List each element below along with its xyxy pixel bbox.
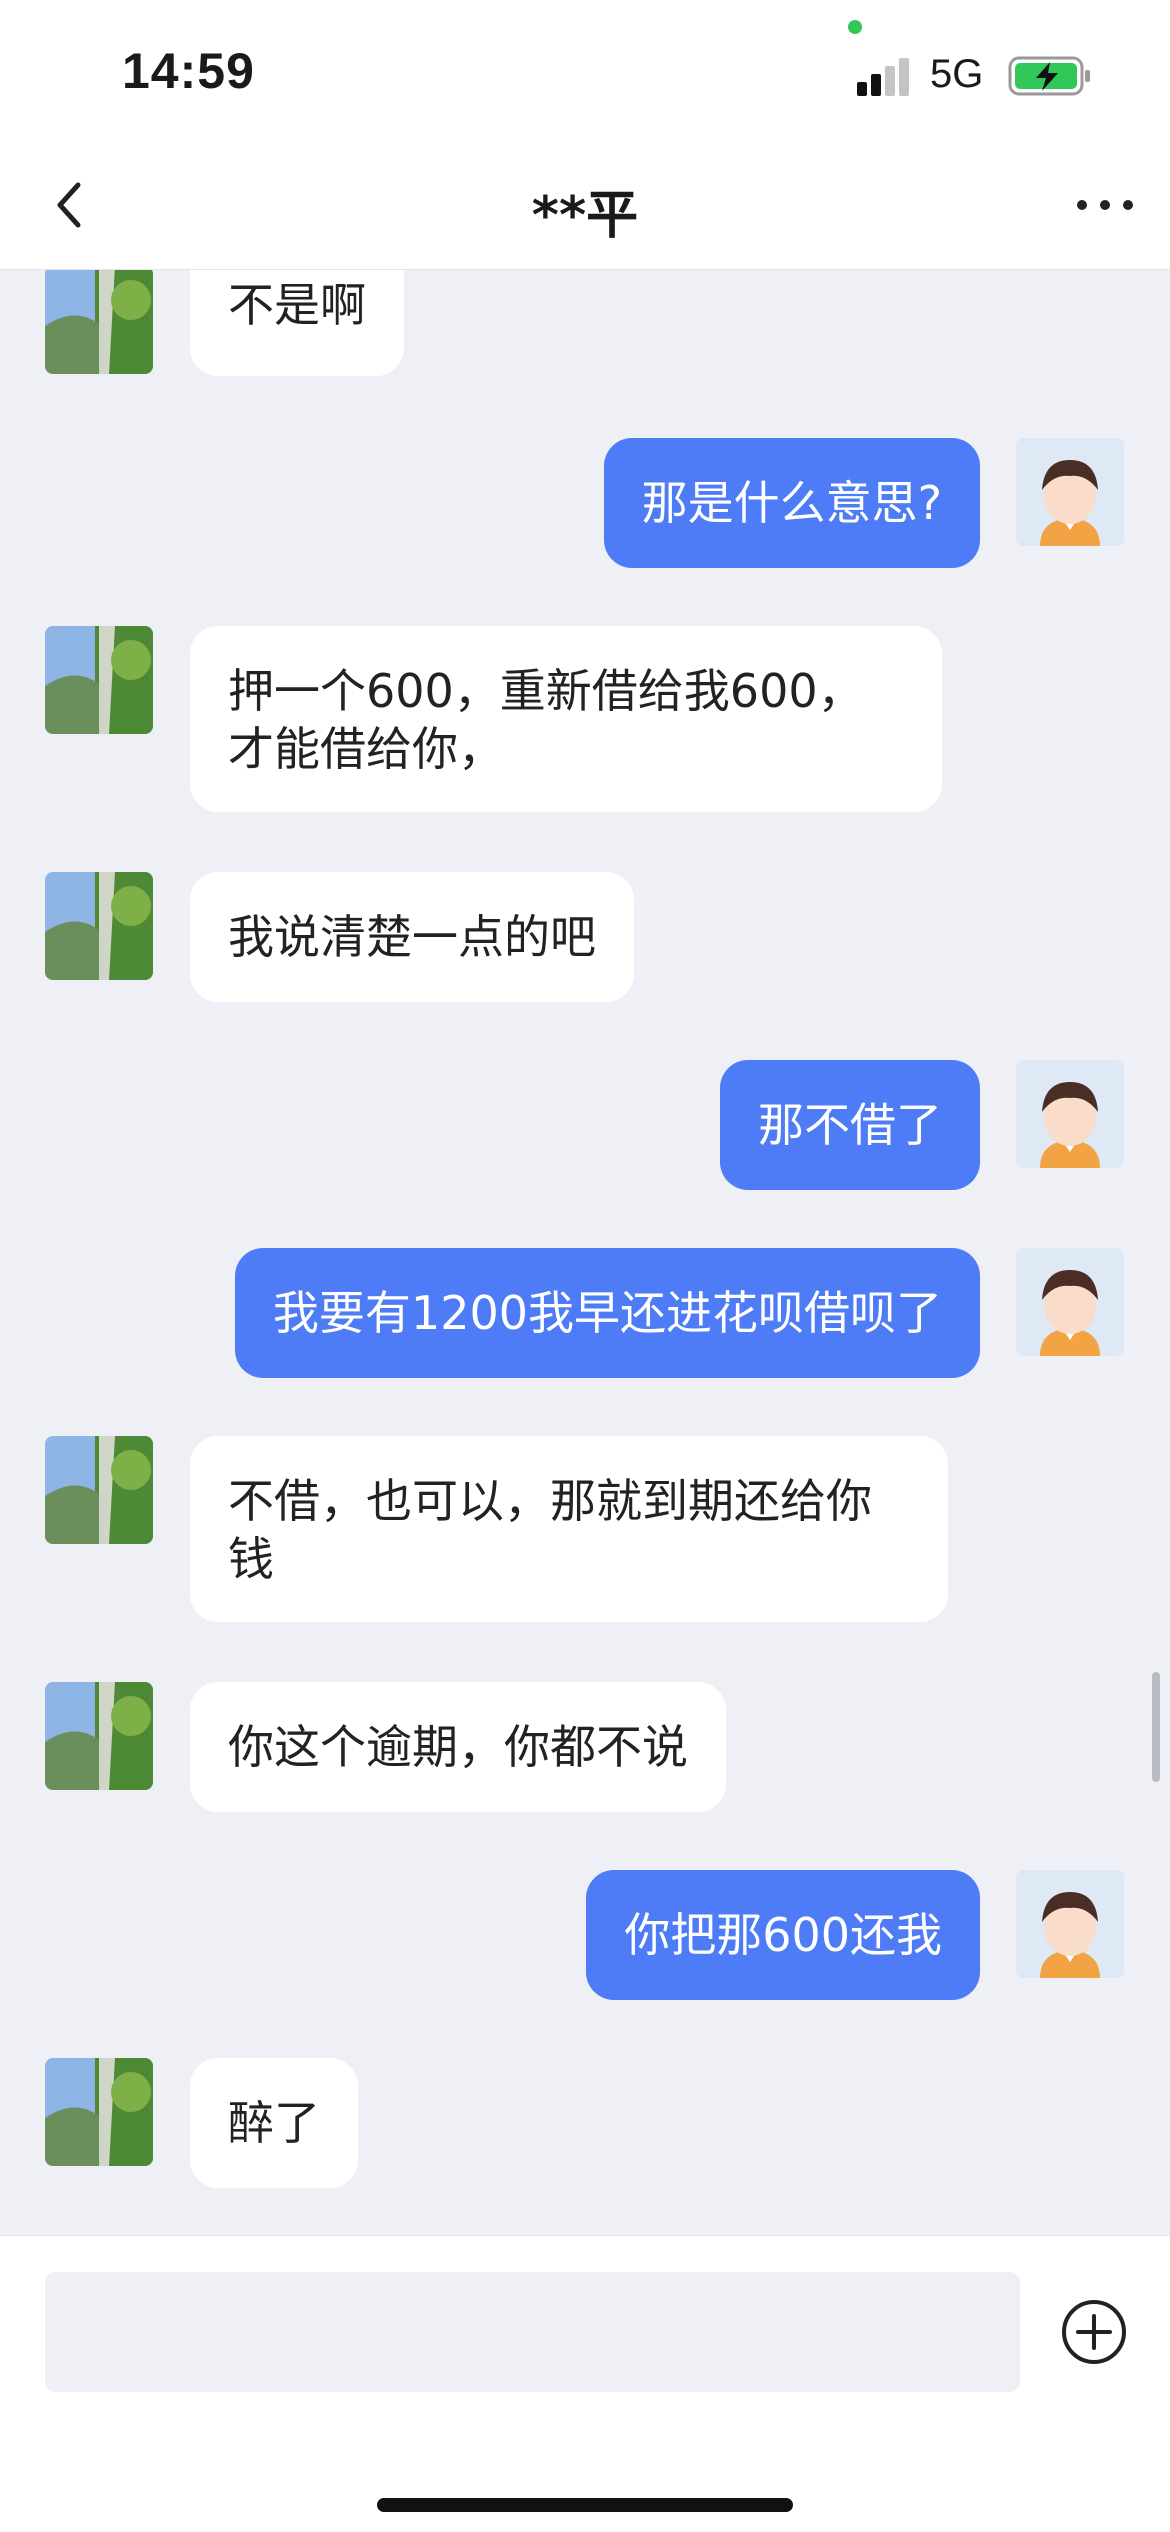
plus-circle-icon[interactable] <box>1060 2298 1128 2366</box>
network-type: 5G <box>930 52 984 96</box>
outgoing-message-bubble[interactable]: 那不借了 <box>720 1060 980 1190</box>
message-list[interactable]: 不是啊 那是什么意思? 押一个600，重新借给我600，才能借给你， 我说清楚一… <box>0 270 1170 2235</box>
chat-title: **平 <box>531 186 639 246</box>
contact-avatar[interactable] <box>45 270 153 374</box>
incoming-message-bubble[interactable]: 不是啊 <box>190 270 404 376</box>
incoming-message-bubble[interactable]: 不借，也可以，那就到期还给你钱 <box>190 1436 948 1622</box>
cellular-signal-icon <box>857 58 909 96</box>
scrollbar[interactable] <box>1152 1672 1160 1782</box>
contact-avatar[interactable] <box>45 1436 153 1544</box>
incoming-message-bubble[interactable]: 醉了 <box>190 2058 358 2188</box>
chat-header: **平 <box>0 145 1170 270</box>
contact-avatar[interactable] <box>45 1682 153 1790</box>
more-horizontal-icon[interactable] <box>1070 175 1140 235</box>
user-avatar[interactable] <box>1016 1060 1124 1168</box>
contact-avatar[interactable] <box>45 872 153 980</box>
composer-bar <box>0 2235 1170 2532</box>
outgoing-message-bubble[interactable]: 你把那600还我 <box>586 1870 980 2000</box>
incoming-message-bubble[interactable]: 你这个逾期，你都不说 <box>190 1682 726 1812</box>
battery-charging-icon <box>1008 56 1090 96</box>
privacy-indicator-dot <box>848 20 862 34</box>
status-time: 14:59 <box>122 43 255 99</box>
user-avatar[interactable] <box>1016 1248 1124 1356</box>
incoming-message-bubble[interactable]: 押一个600，重新借给我600，才能借给你， <box>190 626 942 812</box>
contact-avatar[interactable] <box>45 2058 153 2166</box>
contact-avatar[interactable] <box>45 626 153 734</box>
outgoing-message-bubble[interactable]: 那是什么意思? <box>603 438 980 568</box>
user-avatar[interactable] <box>1016 1870 1124 1978</box>
status-bar: 14:59 5G <box>0 0 1170 145</box>
home-indicator <box>377 2498 793 2512</box>
incoming-message-bubble[interactable]: 我说清楚一点的吧 <box>190 872 634 1002</box>
outgoing-message-bubble[interactable]: 我要有1200我早还进花呗借呗了 <box>234 1248 980 1378</box>
message-input[interactable] <box>45 2272 1020 2392</box>
user-avatar[interactable] <box>1016 438 1124 546</box>
